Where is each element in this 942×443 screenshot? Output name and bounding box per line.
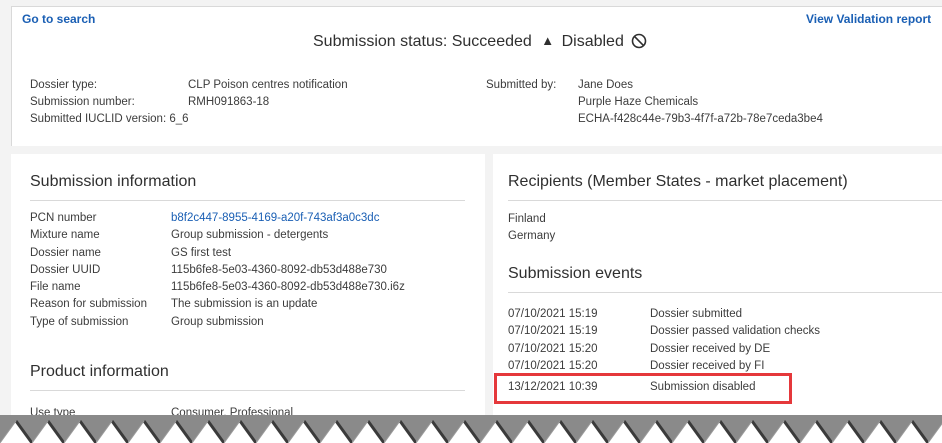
status-label: Submission status: [313, 33, 448, 50]
info-row: Mixture name Group submission - detergen… [30, 227, 405, 244]
view-validation-report-link[interactable]: View Validation report [806, 12, 931, 26]
dossier-type-label: Dossier type: [30, 79, 98, 91]
status-value: Succeeded [451, 33, 532, 50]
info-label: Dossier name [30, 246, 101, 259]
info-row: PCN number b8f2c447-8955-4169-a20f-743af… [30, 210, 405, 227]
event-text: Dossier submitted [650, 308, 743, 320]
divider [30, 390, 465, 391]
info-value: 115b6fe8-5e03-4360-8092-db53d488e730.i6z [171, 281, 405, 294]
recipient-item: Germany [508, 230, 556, 243]
warning-icon: ▲ [541, 33, 555, 48]
info-label: Mixture name [30, 229, 100, 242]
info-value: 115b6fe8-5e03-4360-8092-db53d488e730 [171, 263, 387, 276]
submitted-by-label: Submitted by: [486, 79, 557, 91]
event-text: Dossier passed validation checks [650, 325, 821, 338]
submitted-by-company: Purple Haze Chemicals [578, 96, 699, 108]
info-row: Dossier name GS first test [30, 245, 405, 262]
submitted-by-values: Jane Does Purple Haze Chemicals ECHA-f42… [578, 77, 823, 128]
submission-events-title: Submission events [508, 265, 643, 282]
submitted-by-id: ECHA-f428c44e-79b3-4f7f-a72b-78e7ceda3be… [578, 113, 823, 125]
info-row: File name 115b6fe8-5e03-4360-8092-db53d4… [30, 279, 405, 296]
torn-edge-decoration [0, 415, 942, 443]
recipient-item: Finland [508, 213, 546, 225]
info-value: Group submission [171, 315, 264, 328]
event-row: 07/10/2021 15:19 Dossier passed validati… [508, 323, 820, 340]
divider [508, 292, 942, 293]
status-secondary: Disabled [561, 33, 624, 50]
info-label: Dossier UUID [30, 263, 101, 276]
event-row: 07/10/2021 15:19 Dossier submitted [508, 306, 820, 323]
disabled-circle-icon [631, 33, 647, 49]
submitted-by-name: Jane Does [578, 79, 633, 91]
info-label: PCN number [30, 212, 97, 224]
info-label: Reason for submission [30, 298, 147, 311]
pcn-number-link[interactable]: b8f2c447-8955-4169-a20f-743af3a0c3dc [171, 210, 379, 227]
info-label: Type of submission [30, 315, 129, 328]
submission-number-label: Submission number: [30, 96, 135, 108]
event-date: 07/10/2021 15:19 [508, 308, 598, 320]
dossier-meta-labels: Dossier type: Submission number: [30, 77, 135, 111]
submission-number-value: RMH091863-18 [188, 96, 270, 108]
dossier-type-value: CLP Poison centres notification [188, 79, 348, 91]
iuclid-version-label: Submitted IUCLID version: [30, 113, 167, 125]
info-row: Dossier UUID 115b6fe8-5e03-4360-8092-db5… [30, 262, 405, 279]
event-date: 07/10/2021 15:19 [508, 325, 598, 338]
info-row: Type of submission Group submission [30, 314, 405, 331]
product-information-title: Product information [30, 363, 169, 380]
info-value: GS first test [171, 246, 232, 259]
submission-info-list: PCN number b8f2c447-8955-4169-a20f-743af… [30, 210, 405, 331]
info-value: Group submission - detergents [171, 229, 329, 242]
go-to-search-link[interactable]: Go to search [22, 12, 95, 26]
submission-status: Submission status: Succeeded ▲ Disabled [313, 33, 647, 51]
info-label: File name [30, 281, 81, 294]
dossier-meta-values: CLP Poison centres notification RMH09186… [188, 77, 348, 111]
highlight-box [494, 373, 792, 404]
event-row: 07/10/2021 15:20 Dossier received by DE [508, 341, 820, 358]
recipients-list: Finland Germany [508, 211, 555, 246]
divider [508, 200, 942, 201]
info-row: Reason for submission The submission is … [30, 296, 405, 313]
recipients-title: Recipients (Member States - market place… [508, 173, 848, 190]
submission-information-title: Submission information [30, 173, 197, 190]
event-date: 07/10/2021 15:20 [508, 342, 598, 355]
event-text: Dossier received by DE [650, 342, 771, 355]
iuclid-version-value: 6_6 [169, 113, 189, 125]
divider [30, 200, 465, 201]
info-value: The submission is an update [171, 298, 318, 311]
